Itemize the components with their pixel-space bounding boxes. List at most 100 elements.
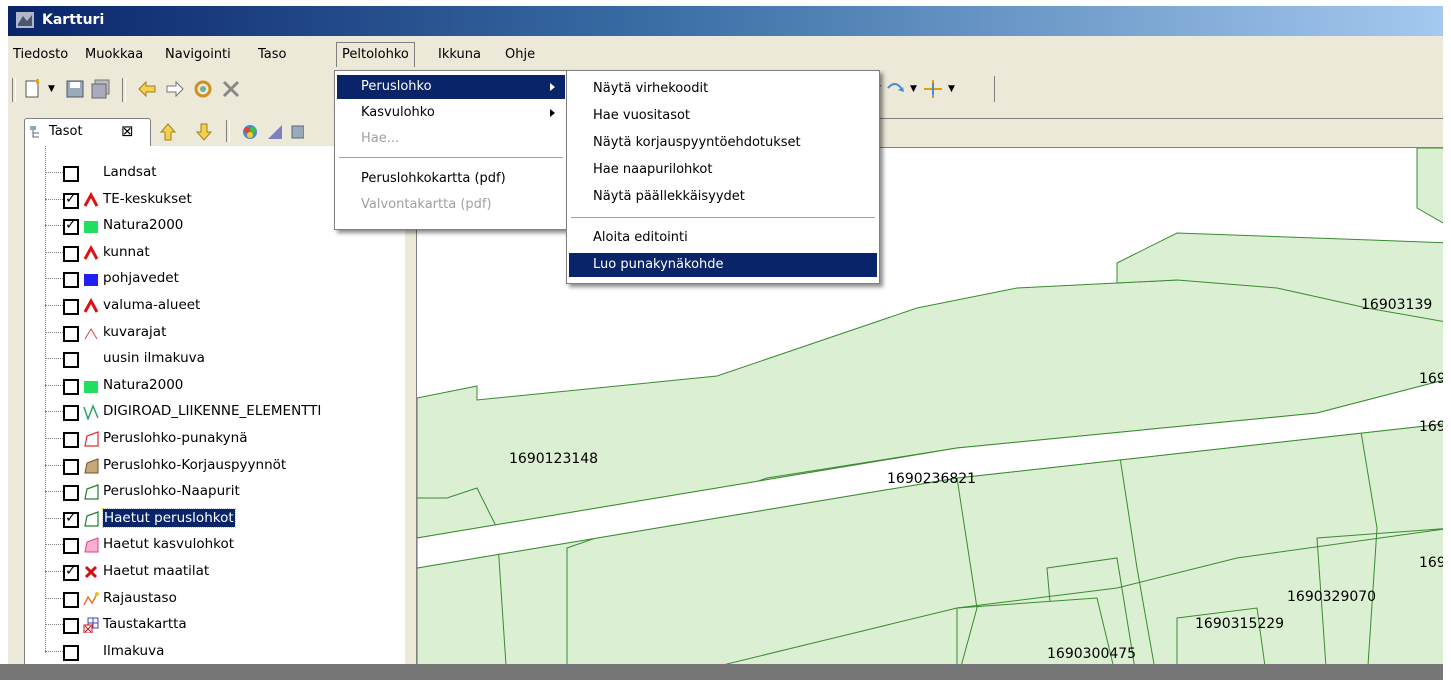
check-mark-icon: ✓: [65, 563, 77, 579]
layer-name: Natura2000: [103, 376, 184, 393]
tree-connector: [45, 571, 63, 572]
parcel-label: 1690300475: [1047, 646, 1137, 662]
layer-icon[interactable]: [290, 122, 304, 142]
layer-row[interactable]: Natura2000: [25, 373, 405, 399]
check-mark-icon: ✓: [65, 509, 77, 526]
menu-item-aloita-editointi[interactable]: Aloita editointi: [569, 226, 877, 250]
menu-item-peruslohkokartta[interactable]: Peruslohkokartta (pdf): [337, 167, 565, 191]
layer-visibility-checkbox[interactable]: [63, 405, 79, 422]
color-wheel-icon[interactable]: [240, 122, 260, 142]
tool-icon[interactable]: [220, 78, 242, 100]
layer-visibility-checkbox[interactable]: [63, 299, 79, 315]
menu-item-hae-vuositasot[interactable]: Hae vuositasot: [569, 104, 877, 128]
red-caret-icon: [83, 298, 99, 313]
layer-row[interactable]: kuvarajat: [25, 320, 405, 346]
layer-name: pohjavedet: [103, 270, 179, 287]
layer-visibility-checkbox[interactable]: [63, 166, 79, 182]
menu-tiedosto[interactable]: Tiedosto: [8, 44, 73, 66]
red-caret-icon: [83, 191, 99, 207]
layer-row[interactable]: Haetut kasvulohkot: [25, 532, 405, 558]
layer-name: uusin ilmakuva: [103, 350, 205, 367]
layer-row[interactable]: Taustakartta: [25, 612, 405, 638]
tree-connector: [45, 251, 63, 253]
menu-ikkuna[interactable]: Ikkuna: [433, 44, 486, 66]
menu-item-hae-naapurilohkot[interactable]: Hae naapurilohkot: [569, 158, 877, 182]
layer-row[interactable]: Rajaustaso: [25, 586, 405, 612]
menu-item-nayta-korjauspyynnot[interactable]: Näytä korjauspyyntöehdotukset: [569, 131, 877, 155]
orange-zigzag-icon: [83, 591, 99, 605]
layer-row[interactable]: Peruslohko-punakynä: [25, 426, 405, 452]
layer-visibility-checkbox[interactable]: ✓: [63, 191, 79, 209]
layer-name: Ilmakuva: [103, 642, 165, 659]
layer-row[interactable]: kunnat: [25, 240, 405, 266]
move-down-icon[interactable]: [194, 122, 214, 142]
layer-name: Peruslohko-punakynä: [103, 430, 248, 446]
layer-row[interactable]: uusin ilmakuva: [25, 346, 405, 372]
refresh-icon[interactable]: [192, 78, 214, 100]
layer-visibility-checkbox[interactable]: ✓: [63, 217, 79, 236]
layer-visibility-checkbox[interactable]: [63, 245, 79, 262]
layer-row[interactable]: Peruslohko-Korjauspyynnöt: [25, 453, 405, 479]
save-icon[interactable]: [64, 78, 86, 100]
layer-visibility-checkbox[interactable]: [63, 352, 79, 369]
layer-name: Haetut maatilat: [103, 563, 210, 579]
move-up-icon[interactable]: [158, 122, 178, 142]
layer-visibility-checkbox[interactable]: [63, 485, 79, 502]
edit-style-icon[interactable]: [266, 122, 286, 142]
blue-square-icon: [84, 274, 98, 287]
layer-row[interactable]: pohjavedet: [25, 266, 405, 292]
menu-muokkaa[interactable]: Muokkaa: [80, 44, 148, 66]
tree-connector: [45, 438, 63, 439]
layer-visibility-checkbox[interactable]: [63, 272, 79, 289]
layer-visibility-checkbox[interactable]: ✓: [63, 563, 79, 581]
title-bar[interactable]: Kartturi: [8, 6, 1451, 36]
menu-item-peruslohko[interactable]: Peruslohko: [337, 75, 565, 99]
menu-item-luo-punakynakohde[interactable]: Luo punakynäkohde: [569, 253, 877, 277]
arrow-right-icon[interactable]: [164, 78, 186, 100]
menu-item-nayta-paallekkaisyydet[interactable]: Näytä päällekkäisyydet: [569, 185, 877, 209]
layer-visibility-checkbox[interactable]: [63, 458, 79, 475]
layers-tab-icon: [30, 126, 39, 138]
layer-row[interactable]: ✓ Haetut peruslohkot: [25, 506, 405, 532]
layer-visibility-checkbox[interactable]: [63, 325, 79, 342]
layer-visibility-checkbox[interactable]: [63, 378, 79, 395]
red-polygon-icon: [84, 431, 99, 447]
thin-red-caret-icon: [84, 327, 98, 339]
toolbar-separator: [226, 120, 230, 142]
chevron-down-icon[interactable]: ▼: [48, 84, 55, 94]
menu-taso[interactable]: Taso: [253, 44, 291, 66]
layer-row[interactable]: ✓ Haetut maatilat: [25, 559, 405, 585]
close-icon[interactable]: ⊠: [121, 122, 134, 140]
rotate-icon[interactable]: [884, 78, 906, 100]
layer-name: kunnat: [103, 243, 150, 260]
save-all-icon[interactable]: [90, 78, 112, 100]
layer-row[interactable]: Ilmakuva: [25, 639, 405, 665]
menu-peltolohko[interactable]: Peltolohko: [336, 42, 415, 67]
layer-row[interactable]: DIGIROAD_LIIKENNE_ELEMENTTI: [25, 399, 405, 425]
tree-connector: [45, 331, 63, 333]
screen-edge: [1443, 0, 1451, 680]
layer-visibility-checkbox[interactable]: [63, 644, 79, 661]
menu-item-nayta-virhekoodit[interactable]: Näytä virhekoodit: [569, 77, 877, 101]
new-file-icon[interactable]: [22, 78, 44, 100]
tab-tasot[interactable]: Tasot ⊠: [24, 118, 151, 147]
layer-visibility-checkbox[interactable]: [63, 432, 79, 448]
layer-name: Peruslohko-Korjauspyynnöt: [103, 456, 287, 473]
arrow-left-icon[interactable]: [136, 78, 158, 100]
layer-visibility-checkbox[interactable]: [63, 538, 79, 555]
layer-visibility-checkbox[interactable]: ✓: [63, 509, 79, 528]
crosshair-icon[interactable]: [922, 78, 944, 100]
layer-name: TE-keskukset: [103, 190, 192, 207]
chevron-down-icon[interactable]: ▼: [948, 84, 955, 94]
layer-row[interactable]: Peruslohko-Naapurit: [25, 479, 405, 505]
menu-navigointi[interactable]: Navigointi: [160, 44, 236, 66]
tree-connector: [45, 650, 63, 652]
layer-row[interactable]: valuma-alueet: [25, 293, 405, 319]
menu-ohje[interactable]: Ohje: [500, 44, 540, 66]
layer-visibility-checkbox[interactable]: [63, 618, 79, 635]
layer-visibility-checkbox[interactable]: [63, 591, 79, 608]
menu-item-kasvulohko[interactable]: Kasvulohko: [337, 101, 565, 125]
parcel-label: 1690236821: [887, 471, 977, 487]
chevron-down-icon[interactable]: ▼: [910, 84, 917, 94]
green-polygon-icon: [84, 484, 99, 500]
